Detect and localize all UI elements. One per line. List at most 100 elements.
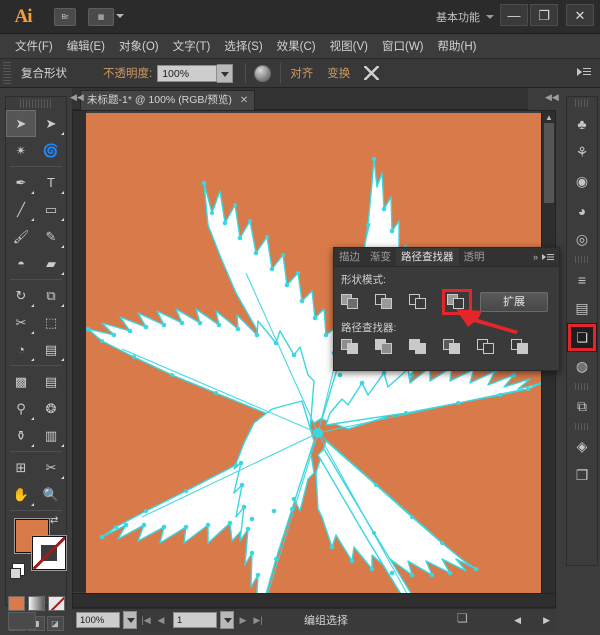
align-link[interactable]: 对齐 — [290, 65, 313, 81]
eyedropper-tool[interactable]: ⚲ — [6, 395, 36, 422]
pencil-tool[interactable]: ✎ — [36, 223, 66, 250]
magic-wand-tool[interactable]: ✴ — [6, 137, 36, 164]
minimize-button[interactable]: — — [500, 4, 528, 26]
bottom-left-panel-icon[interactable] — [8, 612, 36, 630]
hand-tool[interactable]: ✋ — [6, 481, 36, 508]
width-tool[interactable]: ✂ — [6, 309, 36, 336]
zoom-chevron-down-icon[interactable] — [123, 611, 137, 629]
gradient-fill-mode-button[interactable] — [28, 596, 45, 611]
tab-transparency[interactable]: 透明 — [459, 248, 490, 266]
stroke-panel-icon[interactable]: ≡ — [567, 265, 597, 294]
rotate-tool[interactable]: ↻ — [6, 282, 36, 309]
perspective-grid-tool[interactable]: ▤ — [36, 336, 66, 363]
workspace-switcher-label[interactable]: 基本功能 — [436, 9, 480, 25]
shape-builder-tool[interactable]: ◔ — [6, 336, 36, 363]
trim-button[interactable] — [374, 337, 396, 357]
type-tool[interactable]: T — [36, 169, 66, 196]
gradient-tool[interactable]: ▤ — [36, 368, 66, 395]
color-fill-mode-button[interactable] — [8, 596, 25, 611]
document-tab-close-icon[interactable]: ✕ — [240, 91, 248, 110]
bridge-icon[interactable]: Br — [54, 8, 76, 26]
divide-button[interactable] — [340, 337, 362, 357]
page-chevron-down-icon[interactable] — [220, 611, 234, 629]
paintbrush-tool[interactable]: 🖌 — [6, 223, 36, 250]
right-dock-grip-3[interactable] — [575, 383, 589, 390]
layers-panel-icon[interactable]: ◈ — [567, 432, 597, 461]
stroke-color-swatch[interactable] — [32, 536, 66, 570]
draw-inside-button[interactable]: ◪ — [47, 616, 64, 631]
toolbox-grip[interactable] — [20, 99, 52, 108]
menu-item-help[interactable]: 帮助(H) — [431, 35, 484, 57]
lasso-tool[interactable]: 🌀 — [36, 137, 66, 164]
unite-button[interactable] — [340, 292, 362, 312]
blend-tool[interactable]: ❂ — [36, 395, 66, 422]
last-page-button[interactable]: ▶| — [252, 615, 264, 626]
menu-item-effect[interactable]: 效果(C) — [270, 35, 323, 57]
swap-fill-stroke-icon[interactable]: ⇄ — [50, 515, 62, 527]
swatches-panel-icon[interactable]: ◉ — [567, 167, 597, 196]
none-fill-mode-button[interactable] — [48, 596, 65, 611]
control-bar-grip[interactable] — [3, 62, 11, 84]
menu-item-edit[interactable]: 编辑(E) — [60, 35, 112, 57]
control-panel-menu-icon[interactable] — [577, 67, 591, 79]
status-nav-next[interactable]: ▶ — [543, 615, 550, 626]
zoom-level-input[interactable]: 100% — [76, 612, 120, 628]
workspace-chevron-down-icon[interactable] — [486, 15, 494, 19]
page-number-input[interactable]: 1 — [173, 612, 217, 628]
right-dock-grip[interactable] — [575, 99, 589, 107]
arrange-documents-icon[interactable]: ▦ — [88, 8, 114, 26]
menu-item-select[interactable]: 选择(S) — [217, 35, 269, 57]
symbol-sprayer-tool[interactable]: ⚱ — [6, 422, 36, 449]
gradient-panel-icon[interactable]: ◕ — [567, 196, 597, 225]
mesh-tool[interactable]: ▩ — [6, 368, 36, 395]
right-dock-grip-2[interactable] — [575, 256, 589, 263]
direct-selection-tool[interactable]: ➤ — [36, 110, 66, 137]
right-dock-grip-4[interactable] — [575, 423, 589, 430]
exclude-button[interactable] — [442, 289, 472, 315]
outline-button[interactable] — [476, 337, 498, 357]
selection-tool[interactable]: ➤ — [6, 110, 36, 137]
pen-tool[interactable]: ✒ — [6, 169, 36, 196]
gradient2-panel-icon[interactable]: ▤ — [567, 294, 597, 323]
menu-item-file[interactable]: 文件(F) — [8, 35, 60, 57]
pathfinder-panel-icon[interactable]: ❏ — [567, 323, 597, 352]
vertical-scrollbar-thumb[interactable] — [544, 123, 554, 203]
free-transform-tool[interactable]: ⬚ — [36, 309, 66, 336]
panel-menu-icon[interactable] — [542, 253, 554, 262]
maximize-button[interactable]: ❐ — [530, 4, 558, 26]
slice-tool[interactable]: ✂ — [36, 454, 66, 481]
tab-stroke[interactable]: 描边 — [334, 248, 365, 266]
scroll-up-icon[interactable]: ▲ — [545, 113, 553, 122]
artboards-panel-icon[interactable]: ❐ — [567, 461, 597, 490]
default-fill-stroke-icon[interactable] — [12, 563, 25, 576]
transform-link[interactable]: 变换 — [327, 65, 350, 81]
brushes-panel-icon[interactable]: ♣ — [567, 109, 597, 138]
arrange-chevron-down-icon[interactable] — [116, 14, 124, 18]
menu-item-type[interactable]: 文字(T) — [166, 35, 218, 57]
status-nav-prev[interactable]: ◀ — [514, 615, 521, 626]
tab-gradient[interactable]: 渐变 — [365, 248, 396, 266]
first-page-button[interactable]: |◀ — [140, 615, 152, 626]
zoom-tool[interactable]: 🔍 — [36, 481, 66, 508]
align-panel-icon[interactable]: ⧉ — [567, 392, 597, 421]
intersect-button[interactable] — [408, 292, 430, 312]
menu-item-window[interactable]: 窗口(W) — [375, 35, 431, 57]
appearance-panel-icon[interactable]: ◎ — [567, 225, 597, 254]
dock-collapse-left-icon[interactable]: ◀◀ — [70, 92, 84, 103]
dock-collapse-right-icon[interactable]: ◀◀ — [545, 92, 559, 103]
next-page-button[interactable]: ▶ — [237, 615, 249, 626]
document-tab[interactable]: 未标题-1* @ 100% (RGB/预览) ✕ — [80, 90, 255, 110]
rectangle-tool[interactable]: ▭ — [36, 196, 66, 223]
symbols-panel-icon[interactable]: ⚘ — [567, 138, 597, 167]
status-text[interactable]: 编组选择 — [304, 612, 348, 628]
minus-front-button[interactable] — [374, 292, 396, 312]
opacity-mask-icon[interactable] — [254, 65, 271, 82]
expand-button[interactable]: 扩展 — [480, 292, 548, 312]
merge-button[interactable] — [408, 337, 430, 357]
artboard-tool[interactable]: ⊞ — [6, 454, 36, 481]
eraser-tool[interactable]: ▰ — [36, 250, 66, 277]
opacity-input[interactable]: 100% — [157, 65, 217, 82]
blob-brush-tool[interactable]: ◓ — [6, 250, 36, 277]
horizontal-scrollbar[interactable] — [73, 593, 556, 607]
crop-button[interactable] — [442, 337, 464, 357]
